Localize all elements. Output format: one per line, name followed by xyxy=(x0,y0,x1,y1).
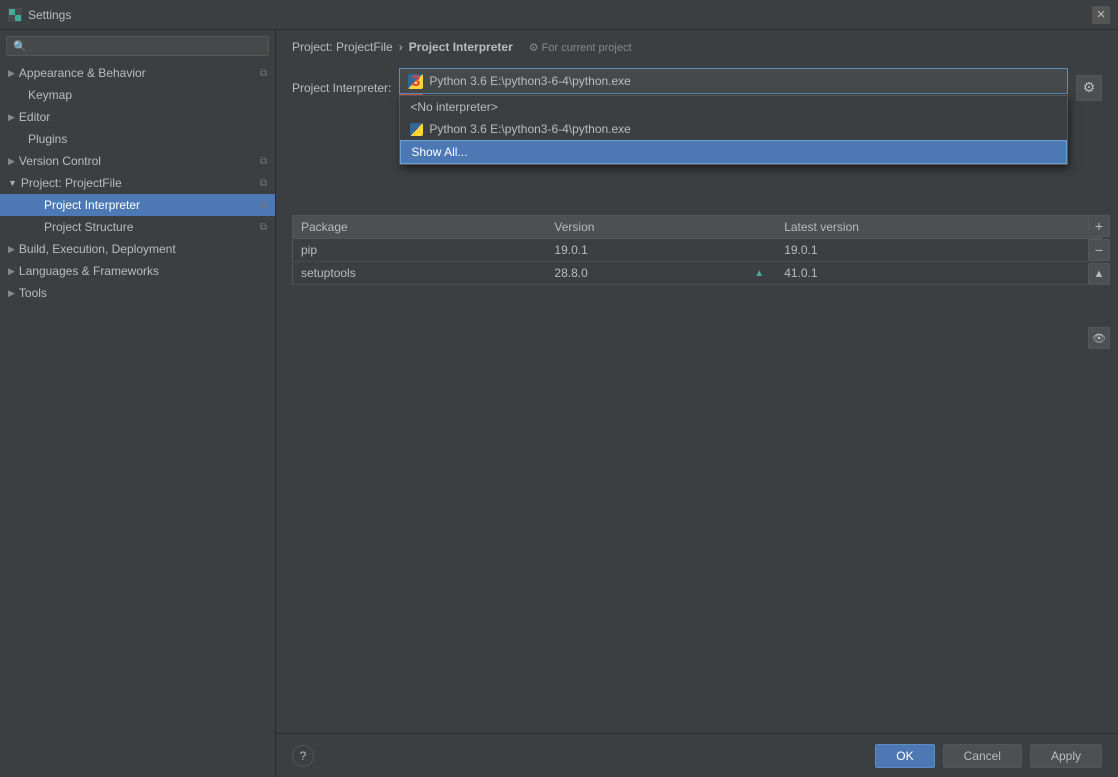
ok-button[interactable]: OK xyxy=(875,744,934,768)
package-name: setuptools xyxy=(293,262,547,285)
interpreter-dropdown: <No interpreter> Python 3.6 E:\python3-6… xyxy=(399,95,1068,165)
no-interpreter-label: <No interpreter> xyxy=(410,100,497,114)
sidebar-item-project-interpreter[interactable]: Project Interpreter ⧉ 2 xyxy=(0,194,275,216)
breadcrumb-current: Project Interpreter xyxy=(409,40,513,54)
sidebar-item-label: Keymap xyxy=(28,88,72,102)
table-row: setuptools 28.8.0 ▲ 41.0.1 xyxy=(293,262,1102,285)
sidebar-item-version-control[interactable]: ▶ Version Control ⧉ xyxy=(0,150,275,172)
arrow-icon: ▶ xyxy=(8,68,15,79)
breadcrumb-for-project: ⚙ For current project xyxy=(529,41,632,54)
interpreter-input[interactable]: Python 3.6 E:\python3-6-4\python.exe xyxy=(399,68,1068,94)
copy-icon: ⧉ xyxy=(260,222,267,233)
arrow-icon: ▶ xyxy=(8,266,15,277)
sidebar-item-label: Project Interpreter xyxy=(44,198,140,212)
sidebar-item-project[interactable]: ▼ Project: ProjectFile ⧉ xyxy=(0,172,275,194)
sidebar-item-languages[interactable]: ▶ Languages & Frameworks xyxy=(0,260,275,282)
copy-icon: ⧉ xyxy=(260,156,267,167)
sidebar-item-label: Tools xyxy=(19,286,47,300)
search-box[interactable]: 🔍 xyxy=(6,36,269,56)
sidebar-item-label: Languages & Frameworks xyxy=(19,264,159,278)
package-version: 28.8.0 xyxy=(546,262,746,285)
latest-version: 41.0.1 xyxy=(776,262,1101,285)
copy-icon: ⧉ xyxy=(260,178,267,189)
right-actions: + − ▲ 4 👁 xyxy=(1084,215,1114,349)
upgrade-icon: ▲ xyxy=(1094,268,1105,280)
sidebar: 🔍 ▶ Appearance & Behavior ⧉ Keymap ▶ Edi… xyxy=(0,30,276,777)
python36-label: Python 3.6 E:\python3-6-4\python.exe xyxy=(429,122,630,136)
copy-icon: ⧉ xyxy=(260,200,267,211)
search-icon: 🔍 xyxy=(13,40,27,53)
help-button[interactable]: ? xyxy=(292,745,314,767)
interpreter-label: Project Interpreter: xyxy=(292,81,391,95)
eye-icon: 👁 xyxy=(1092,332,1106,345)
breadcrumb-separator: › xyxy=(399,40,403,54)
dropdown-item-show-all[interactable]: Show All... xyxy=(400,140,1067,164)
breadcrumb: Project: ProjectFile › Project Interpret… xyxy=(276,30,1118,60)
col-latest: Latest version xyxy=(776,216,1101,239)
add-package-button[interactable]: + xyxy=(1088,215,1110,237)
interpreter-dropdown-wrapper: Python 3.6 E:\python3-6-4\python.exe 3 ▼… xyxy=(399,68,1068,107)
sidebar-item-project-structure[interactable]: Project Structure ⧉ xyxy=(0,216,275,238)
add-icon: + xyxy=(1095,218,1103,234)
upgrade-package-button[interactable]: ▲ 4 xyxy=(1088,263,1110,285)
app-icon xyxy=(8,8,22,22)
sidebar-item-label: Project: ProjectFile xyxy=(21,176,122,190)
sidebar-item-build[interactable]: ▶ Build, Execution, Deployment xyxy=(0,238,275,260)
package-version: 19.0.1 xyxy=(546,239,746,262)
arrow-icon: ▶ xyxy=(8,112,15,123)
sidebar-item-label: Editor xyxy=(19,110,50,124)
close-button[interactable]: ✕ xyxy=(1092,6,1110,24)
title-bar: Settings ✕ xyxy=(0,0,1118,30)
sidebar-item-keymap[interactable]: Keymap xyxy=(0,84,275,106)
packages-table: Package Version Latest version pip 19.0.… xyxy=(292,215,1102,285)
upgrade-icon: ▲ xyxy=(746,262,776,285)
packages-area: Package Version Latest version pip 19.0.… xyxy=(276,115,1118,733)
sidebar-item-label: Version Control xyxy=(19,154,101,168)
col-version: Version xyxy=(546,216,746,239)
interpreter-section: Project Interpreter: Python 3.6 E:\pytho… xyxy=(276,60,1118,115)
col-upgrade xyxy=(746,216,776,239)
main-container: 🔍 ▶ Appearance & Behavior ⧉ Keymap ▶ Edi… xyxy=(0,30,1118,777)
arrow-icon: ▼ xyxy=(8,178,17,188)
cancel-button[interactable]: Cancel xyxy=(943,744,1022,768)
sidebar-item-editor[interactable]: ▶ Editor xyxy=(0,106,275,128)
upgrade-icon xyxy=(746,239,776,262)
interpreter-row: Project Interpreter: Python 3.6 E:\pytho… xyxy=(292,68,1102,107)
copy-icon: ⧉ xyxy=(260,68,267,79)
window-title: Settings xyxy=(28,8,71,22)
gear-icon: ⚙ xyxy=(1083,79,1096,96)
gear-button[interactable]: ⚙ xyxy=(1076,75,1102,101)
table-row: pip 19.0.1 19.0.1 xyxy=(293,239,1102,262)
content-area: Project: ProjectFile › Project Interpret… xyxy=(276,30,1118,777)
sidebar-item-label: Plugins xyxy=(28,132,67,146)
sidebar-item-appearance[interactable]: ▶ Appearance & Behavior ⧉ xyxy=(0,62,275,84)
eye-button[interactable]: 👁 xyxy=(1088,327,1110,349)
sidebar-item-label: Build, Execution, Deployment xyxy=(19,242,176,256)
package-name: pip xyxy=(293,239,547,262)
sidebar-item-plugins[interactable]: Plugins xyxy=(0,128,275,150)
sidebar-item-label: Appearance & Behavior xyxy=(19,66,146,80)
annotation-3: 3 xyxy=(411,73,420,91)
dropdown-item-no-interpreter[interactable]: <No interpreter> xyxy=(400,96,1067,118)
remove-package-button[interactable]: − xyxy=(1088,239,1110,261)
latest-version: 19.0.1 xyxy=(776,239,1101,262)
remove-icon: − xyxy=(1095,242,1103,258)
breadcrumb-project: Project: ProjectFile xyxy=(292,40,393,54)
show-all-label: Show All... xyxy=(411,145,467,159)
arrow-icon: ▶ xyxy=(8,156,15,167)
search-input[interactable] xyxy=(31,39,262,53)
col-package: Package xyxy=(293,216,547,239)
arrow-icon: ▶ xyxy=(8,288,15,299)
bottom-bar: ? OK Cancel Apply xyxy=(276,733,1118,777)
sidebar-item-label: Project Structure xyxy=(44,220,133,234)
python-icon-small xyxy=(410,123,423,136)
arrow-icon: ▶ xyxy=(8,244,15,255)
apply-button[interactable]: Apply xyxy=(1030,744,1102,768)
sidebar-item-tools[interactable]: ▶ Tools xyxy=(0,282,275,304)
dropdown-item-python36[interactable]: Python 3.6 E:\python3-6-4\python.exe xyxy=(400,118,1067,140)
interpreter-value: Python 3.6 E:\python3-6-4\python.exe xyxy=(429,74,630,88)
